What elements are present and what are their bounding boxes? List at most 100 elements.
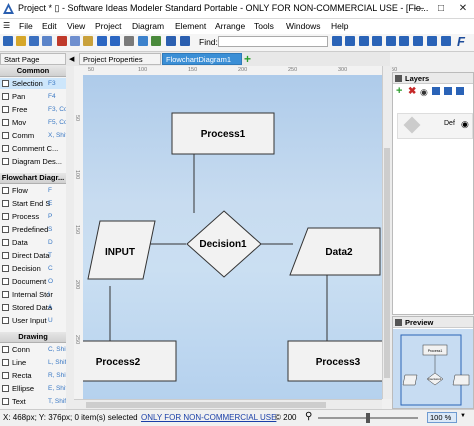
bring-front-icon[interactable] bbox=[413, 36, 423, 46]
open-folder-icon[interactable] bbox=[16, 36, 26, 46]
license-link[interactable]: ONLY FOR NON-COMMERCIAL USE bbox=[141, 413, 276, 422]
toolbox-item[interactable]: Predefined S bbox=[0, 224, 66, 235]
send-back-icon[interactable] bbox=[427, 36, 437, 46]
copy-icon[interactable] bbox=[70, 36, 80, 46]
diagram-icon[interactable] bbox=[151, 36, 161, 46]
diagram-canvas[interactable]: Process1 Decision1 INPUT Data2 Process2 … bbox=[83, 75, 382, 399]
toolbox-item-shortcut: I bbox=[48, 291, 50, 298]
save-icon[interactable] bbox=[29, 36, 39, 46]
find-input[interactable] bbox=[218, 36, 328, 47]
input-label: INPUT bbox=[105, 247, 135, 258]
menu-element[interactable]: Element bbox=[175, 21, 206, 31]
distribute-icon[interactable] bbox=[372, 36, 382, 46]
zoom-slider[interactable] bbox=[318, 413, 418, 423]
toolbox-item[interactable]: Flow F bbox=[0, 185, 66, 196]
add-tab-icon[interactable]: + bbox=[244, 53, 251, 65]
toolbox-item-label: Pan bbox=[12, 92, 26, 101]
toolbox-item-shortcut: T bbox=[48, 252, 52, 259]
layer-down-icon[interactable] bbox=[444, 87, 452, 95]
save-all-icon[interactable] bbox=[42, 36, 52, 46]
toolbox-item[interactable]: Internal Stor I bbox=[0, 289, 66, 300]
paste-icon[interactable] bbox=[83, 36, 93, 46]
toolbox-item[interactable]: Decision C bbox=[0, 263, 66, 274]
add-layer-icon[interactable]: + bbox=[396, 86, 402, 97]
maximize-button[interactable]: □ bbox=[430, 0, 452, 18]
toolbox-item[interactable]: Comm X, Shift bbox=[0, 130, 66, 141]
vertical-scroll-thumb[interactable] bbox=[384, 148, 390, 378]
toolbox-item[interactable]: Stored Data A bbox=[0, 302, 66, 313]
toolbox-item[interactable]: Mov F5, Cont bbox=[0, 117, 66, 128]
toolbox-item-shortcut: P bbox=[48, 213, 53, 220]
layer-up-icon[interactable] bbox=[432, 87, 440, 95]
cut-icon[interactable] bbox=[57, 36, 67, 46]
toolbox-item-label: Comment C... bbox=[12, 144, 59, 153]
find-next-icon[interactable] bbox=[332, 36, 342, 46]
toolbox-item[interactable]: Conn C, Shift bbox=[0, 344, 66, 355]
toolbox-item[interactable]: Comment C... bbox=[0, 143, 66, 154]
layer-settings-icon[interactable] bbox=[456, 87, 464, 95]
zoom-select[interactable]: 100 % bbox=[427, 412, 457, 423]
tabs-scroll-left-icon[interactable]: ◀ bbox=[69, 55, 74, 63]
toolbox-item[interactable]: Text T, Shift bbox=[0, 396, 66, 407]
horizontal-scroll-thumb[interactable] bbox=[86, 402, 326, 408]
preview-panel: Preview Process1 Decision1 bbox=[392, 316, 474, 409]
tab-flowchart-diagram[interactable]: FlowchartDiagram1 bbox=[162, 53, 242, 65]
toolbox-item[interactable]: Diagram Des... bbox=[0, 156, 66, 167]
find-prev-icon[interactable] bbox=[345, 36, 355, 46]
toolbox-item[interactable]: Start End SE bbox=[0, 198, 66, 209]
minimize-button[interactable]: — bbox=[408, 0, 430, 18]
menu-project[interactable]: Project bbox=[95, 21, 121, 31]
redo-icon[interactable] bbox=[110, 36, 120, 46]
menu-diagram[interactable]: Diagram bbox=[132, 21, 164, 31]
new-project-icon[interactable] bbox=[3, 36, 13, 46]
document-tabs: Start Page ◀ Project Properties Flowchar… bbox=[0, 52, 390, 67]
layout-icon[interactable] bbox=[166, 36, 176, 46]
zoom-icon[interactable] bbox=[138, 36, 148, 46]
toolbox-item[interactable]: Selection F3 bbox=[0, 78, 66, 89]
menu-view[interactable]: View bbox=[67, 21, 85, 31]
align-icon[interactable] bbox=[359, 36, 369, 46]
menu-help[interactable]: Help bbox=[331, 21, 348, 31]
lock-icon[interactable] bbox=[441, 36, 451, 46]
close-button[interactable]: ✕ bbox=[452, 0, 474, 18]
zoom-slider-thumb[interactable] bbox=[366, 413, 370, 423]
delete-layer-icon[interactable]: ✖ bbox=[408, 86, 416, 97]
toolbox-item-shortcut: U bbox=[48, 317, 53, 324]
toolbox-section-header[interactable]: Drawing bbox=[0, 332, 66, 343]
menu-arrange[interactable]: Arrange bbox=[215, 21, 245, 31]
layer-eye-icon[interactable]: ◉ bbox=[461, 119, 469, 130]
toolbox-item[interactable]: Process P bbox=[0, 211, 66, 222]
tab-start-page[interactable]: Start Page bbox=[0, 53, 66, 65]
toolbox-item-label: Flow bbox=[12, 186, 28, 195]
canvas-vertical-scrollbar[interactable] bbox=[382, 66, 392, 399]
undo-icon[interactable] bbox=[97, 36, 107, 46]
visibility-icon[interactable]: ◉ bbox=[420, 87, 428, 98]
toolbox-item[interactable]: Recta R, Shift bbox=[0, 370, 66, 381]
menu-windows[interactable]: Windows bbox=[286, 21, 320, 31]
ruler-tick-label: 250 bbox=[288, 67, 298, 73]
menu-tools[interactable]: Tools bbox=[254, 21, 274, 31]
menu-edit[interactable]: Edit bbox=[42, 21, 57, 31]
toolbox-item[interactable]: Pan F4 bbox=[0, 91, 66, 102]
toolbox-item[interactable]: Line L, Shift bbox=[0, 357, 66, 368]
toolbox-item[interactable]: Direct Data T bbox=[0, 250, 66, 261]
toolbox-item[interactable]: Free F3, Cont bbox=[0, 104, 66, 115]
toolbox-item[interactable]: User Input U bbox=[0, 315, 66, 326]
toolbox-section-header[interactable]: Flowchart Diagr... bbox=[0, 173, 66, 184]
tab-project-properties[interactable]: Project Properties bbox=[79, 53, 161, 65]
toolbox-item[interactable]: Ellipse E, Shift bbox=[0, 383, 66, 394]
group-icon[interactable] bbox=[386, 36, 396, 46]
ruler-tick-label: 200 bbox=[238, 67, 248, 73]
zoom-dropdown-icon[interactable]: ▼ bbox=[460, 413, 466, 419]
element-icon[interactable] bbox=[180, 36, 190, 46]
preview-thumbnail[interactable]: Process1 Decision1 bbox=[393, 329, 473, 409]
menu-app-icon[interactable]: ☰ bbox=[3, 21, 10, 30]
toolbox-item[interactable]: Document O bbox=[0, 276, 66, 287]
zoom-out-icon[interactable]: ⚲ bbox=[305, 411, 312, 422]
toolbox-section-header[interactable]: Common bbox=[0, 66, 66, 77]
menu-file[interactable]: File bbox=[19, 21, 33, 31]
toolbox-item[interactable]: Data D bbox=[0, 237, 66, 248]
ungroup-icon[interactable] bbox=[399, 36, 409, 46]
default-layer-row[interactable]: Def ◉ bbox=[397, 113, 473, 139]
print-icon[interactable] bbox=[124, 36, 134, 46]
